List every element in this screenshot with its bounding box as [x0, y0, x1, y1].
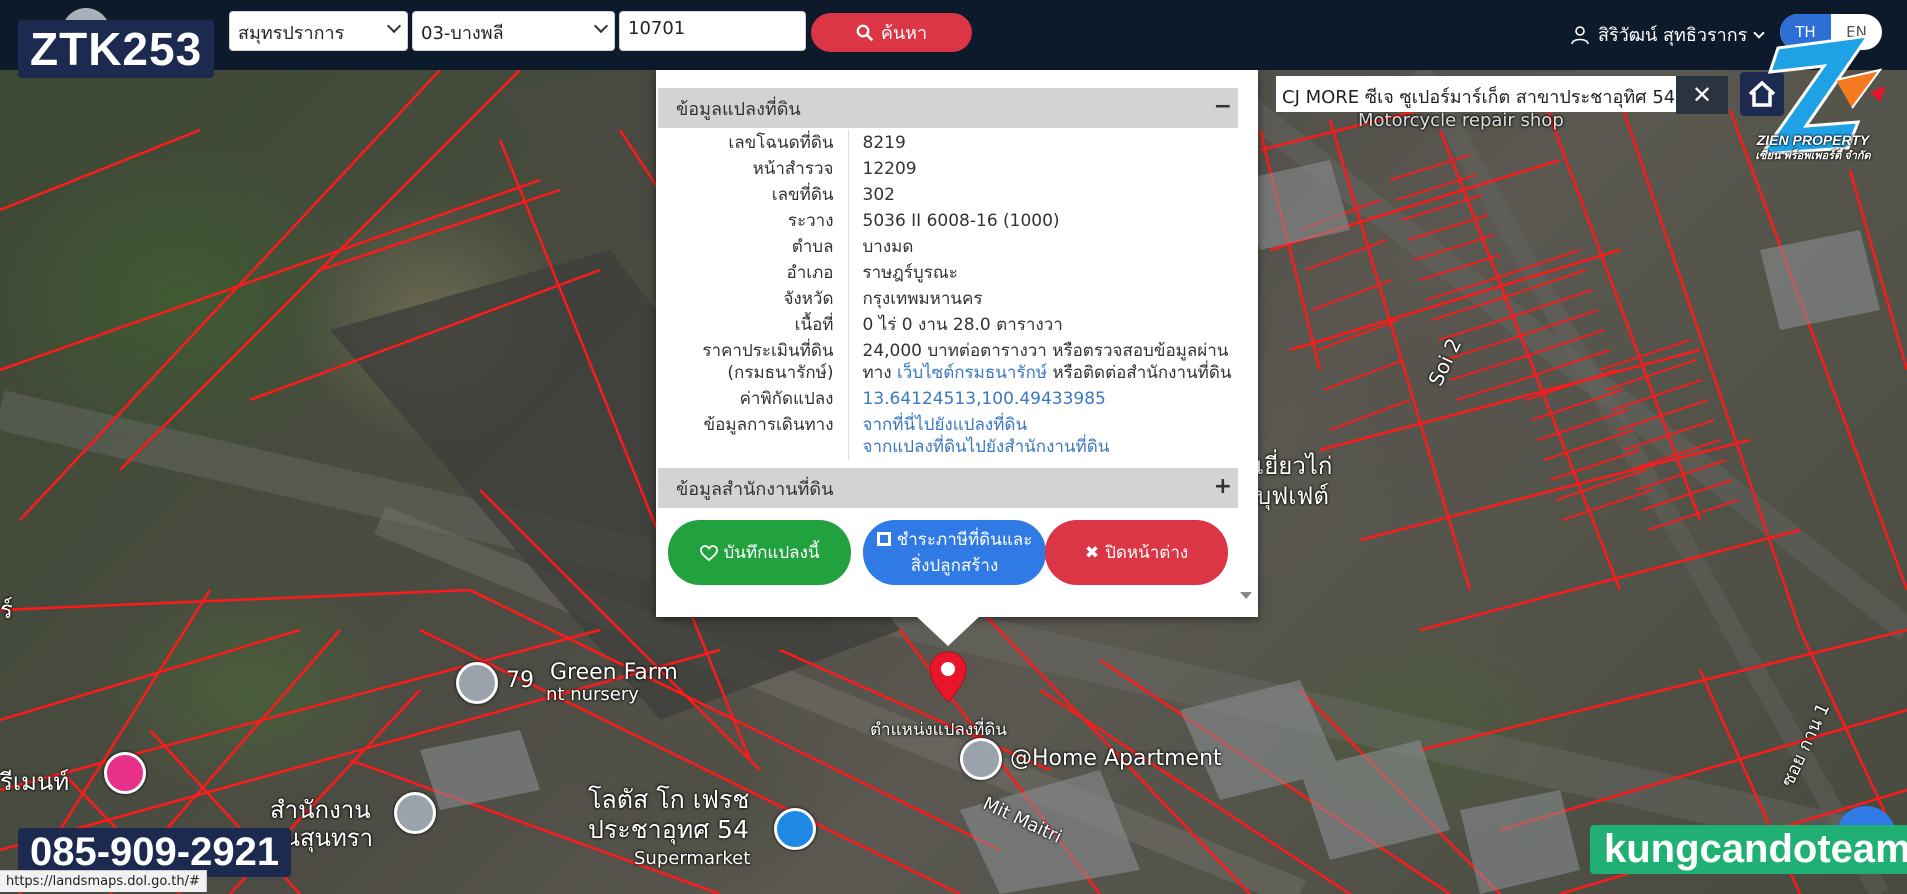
info-value: 12209	[862, 159, 917, 179]
poi-supermarket-icon[interactable]	[774, 808, 816, 850]
map-label-supermarket: Supermarket	[634, 848, 751, 869]
place-result-close-button[interactable]: ✕	[1676, 76, 1728, 114]
zien-brand-line2: เซียน พร็อพเพอร์ตี้ จำกัด	[1755, 150, 1871, 162]
treasury-website-link[interactable]: เว็บไซต์กรมธนารักษ์	[897, 363, 1047, 383]
price-value-1: 24,000 บาทต่อตารางวา หรือตรวจสอบข้อมูลผ่…	[862, 341, 1229, 361]
qrcode-icon	[876, 531, 891, 546]
poi-left-icon[interactable]	[104, 752, 146, 794]
chevron-down-icon	[593, 18, 609, 34]
heart-icon	[699, 544, 718, 561]
info-label: ระวาง	[658, 208, 849, 234]
info-value: 5036 II 6008-16 (1000)	[862, 211, 1060, 231]
close-icon: ✕	[1691, 81, 1713, 109]
save-label: บันทึกแปลงนี้	[723, 542, 820, 563]
parcel-info-title: ข้อมูลแปลงที่ดิน	[676, 98, 801, 120]
map-label-left-1: รีเมนท์	[0, 768, 70, 796]
info-label: หน้าสำรวจ	[658, 156, 849, 182]
zien-brand-text: ZIEN PROPERTY เซียน พร็อพเพอร์ตี้ จำกัด	[1748, 132, 1878, 164]
user-icon	[1571, 25, 1589, 44]
map-label-left-2: ร์	[0, 596, 13, 624]
map-label-motorcycle: Motorcycle repair shop	[1358, 110, 1564, 131]
search-button[interactable]: ค้นหา	[811, 13, 972, 52]
scroll-down-icon[interactable]	[1240, 592, 1252, 599]
map-label-nursery: nt nursery	[546, 684, 639, 705]
map-label-79: 79	[506, 668, 534, 693]
info-row: จังหวัด กรุงเทพมหานคร	[658, 286, 1238, 312]
info-label: เลขที่ดิน	[658, 182, 849, 208]
tax-label-1: ชำระภาษีที่ดินและ	[896, 529, 1033, 550]
price-value-2b: หรือติดต่อสำนักงานที่ดิน	[1047, 363, 1232, 383]
province-value: สมุทรปราการ	[238, 23, 345, 44]
coord-row: ค่าพิกัดแปลง 13.64124513,100.49433985	[658, 386, 1238, 412]
status-url: https://landsmaps.dol.go.th/#	[0, 870, 207, 892]
info-row: ตำบล บางมด	[658, 234, 1238, 260]
info-label: อำเภอ	[658, 260, 849, 286]
pay-tax-button[interactable]: ชำระภาษีที่ดินและ สิ่งปลูกสร้าง	[863, 520, 1046, 585]
poi-green-farm-icon[interactable]	[456, 662, 498, 704]
info-label: เนื้อที่	[658, 312, 849, 338]
parcel-number-value: 10701	[628, 18, 686, 39]
info-value: 302	[862, 185, 895, 205]
team-badge: kungcandoteam	[1590, 825, 1907, 874]
map-label-buffet-2: บุฟเฟต์	[1256, 482, 1330, 510]
popup-pointer	[916, 616, 980, 646]
info-row: เลขที่ดิน 302	[658, 182, 1238, 208]
district-select[interactable]: 03-บางพลี	[412, 11, 615, 51]
user-menu[interactable]: สิริวัฒน์ สุทธิวรากร	[1570, 20, 1766, 49]
user-name: สิริวัฒน์ สุทธิวรากร	[1598, 25, 1748, 46]
parcel-info-table: เลขโฉนดที่ดิน 8219 หน้าสำรวจ 12209 เลขที่ด…	[658, 130, 1238, 460]
place-result-bar[interactable]: CJ MORE ซีเจ ซูเปอร์มาร์เก็ต สาขาประชาอุ…	[1276, 76, 1676, 112]
coord-label: ค่าพิกัดแปลง	[658, 386, 849, 412]
info-row: เนื้อที่ 0 ไร่ 0 งาน 28.0 ตารางวา	[658, 312, 1238, 338]
info-value: บางมด	[862, 237, 914, 257]
top-navbar: ps สมุทรปราการ 03-บางพลี 10701 ค้นหา สิร…	[0, 0, 1907, 70]
info-label: จังหวัด	[658, 286, 849, 312]
map-label-home-apartment: @Home Apartment	[1010, 746, 1222, 771]
land-office-header[interactable]: ข้อมูลสำนักงานที่ดิน +	[658, 468, 1238, 508]
close-icon: ✖	[1084, 542, 1100, 563]
info-label: ตำบล	[658, 234, 849, 260]
search-icon	[856, 24, 873, 41]
coordinates-link[interactable]: 13.64124513,100.49433985	[863, 389, 1106, 409]
directions-here-link[interactable]: จากที่นี่ไปยังแปลงที่ดิน	[863, 414, 1239, 436]
land-office-title: ข้อมูลสำนักงานที่ดิน	[676, 478, 834, 500]
directions-office-link[interactable]: จากแปลงที่ดินไปยังสำนักงานที่ดิน	[863, 436, 1239, 458]
parcel-number-input[interactable]: 10701	[619, 11, 806, 51]
info-row: เลขโฉนดที่ดิน 8219	[658, 130, 1238, 156]
parcel-info-header[interactable]: ข้อมูลแปลงที่ดิน −	[658, 88, 1238, 128]
close-label: ปิดหน้าต่าง	[1105, 542, 1189, 563]
province-select[interactable]: สมุทรปราการ	[229, 11, 408, 51]
info-row: อำเภอ ราษฎร์บูรณะ	[658, 260, 1238, 286]
info-value: กรุงเทพมหานคร	[862, 289, 983, 309]
price-value-2a: ทาง	[862, 363, 897, 383]
travel-label: ข้อมูลการเดินทาง	[658, 412, 849, 460]
info-row: หน้าสำรวจ 12209	[658, 156, 1238, 182]
info-value: 8219	[862, 133, 906, 153]
poi-home-apartment-icon[interactable]	[960, 738, 1002, 780]
info-label: เลขโฉนดที่ดิน	[658, 130, 849, 156]
map-label-parcel-position: ตำแหน่งแปลงที่ดิน	[870, 720, 1008, 740]
place-result-text: CJ MORE ซีเจ ซูเปอร์มาร์เก็ต สาขาประชาอุ…	[1282, 87, 1676, 108]
close-window-button[interactable]: ✖ ปิดหน้าต่าง	[1045, 520, 1228, 585]
expand-icon[interactable]: +	[1214, 474, 1232, 499]
info-value: 0 ไร่ 0 งาน 28.0 ตารางวา	[862, 315, 1063, 335]
price-label-1: ราคาประเมินที่ดิน	[702, 341, 834, 361]
chevron-down-icon	[386, 18, 402, 34]
collapse-icon[interactable]: −	[1214, 94, 1232, 119]
parcel-marker-icon[interactable]	[928, 650, 968, 704]
listing-code-badge: ZTK253	[18, 20, 215, 78]
save-parcel-button[interactable]: บันทึกแปลงนี้	[668, 520, 851, 585]
district-value: 03-บางพลี	[421, 23, 504, 44]
zien-brand-line1: ZIEN PROPERTY	[1756, 132, 1870, 148]
price-label-2: (กรมธนารักษ์)	[727, 363, 834, 383]
travel-row: ข้อมูลการเดินทาง จากที่นี่ไปยังแปลงที่ดิ…	[658, 412, 1238, 460]
poi-office-icon[interactable]	[394, 792, 436, 834]
info-value: ราษฎร์บูรณะ	[862, 263, 958, 283]
map-label-green-farm: Green Farm	[550, 660, 678, 685]
map-label-lotus-2: ประชาอุทศ 54	[588, 815, 749, 844]
tax-label-2: สิ่งปลูกสร้าง	[910, 555, 999, 576]
info-row: ระวาง 5036 II 6008-16 (1000)	[658, 208, 1238, 234]
price-row: ราคาประเมินที่ดิน (กรมธนารักษ์) 24,000 บา…	[658, 338, 1238, 386]
search-label: ค้นหา	[880, 23, 928, 44]
